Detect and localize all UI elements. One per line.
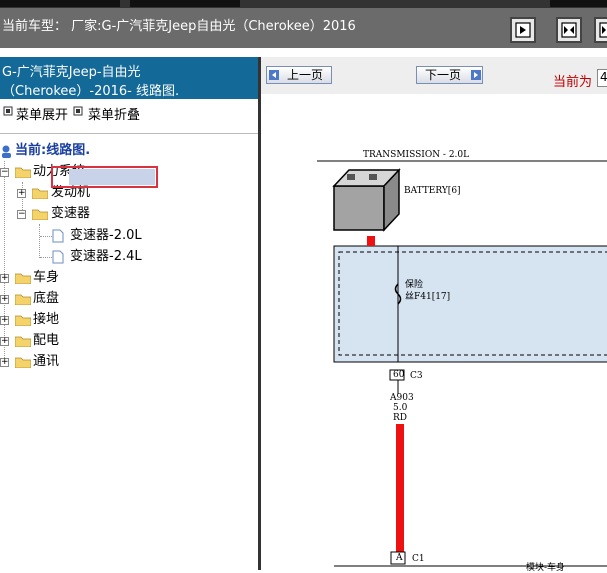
- page-nav-bar: 上一页 下一页 当前为 4: [261, 57, 607, 94]
- current-car-info: 当前车型： 厂家:G-广汽菲克Jeep自由光（Cherokee）2016: [2, 19, 356, 34]
- selection-outline: [51, 166, 158, 188]
- fit-width-button[interactable]: [556, 17, 582, 43]
- fuse-id-label: 丝F41[17]: [405, 292, 451, 302]
- folder-icon: [15, 356, 31, 368]
- tree-guide: [39, 224, 40, 258]
- tree-guide: [40, 236, 52, 237]
- user-icon: [2, 145, 11, 158]
- top-tab[interactable]: [550, 0, 607, 7]
- tree-label: 配电: [33, 333, 60, 348]
- next-page-label: 下一页: [425, 68, 462, 82]
- folder-icon: [15, 272, 31, 284]
- top-toolbar: 当前车型： 厂家:G-广汽菲克Jeep自由光（Cherokee）2016: [0, 0, 607, 48]
- diagram-title: TRANSMISSION - 2.0L: [363, 150, 470, 160]
- fit-page-button[interactable]: [594, 17, 607, 43]
- battery-label: BATTERY[6]: [404, 186, 461, 196]
- wire-gauge-label: 5.0: [393, 403, 408, 413]
- connector-pin-label: 60: [393, 370, 405, 380]
- menu-collapse-link[interactable]: 菜单折叠: [88, 104, 140, 123]
- top-tab[interactable]: [0, 0, 120, 7]
- prev-page-label: 上一页: [287, 68, 324, 82]
- folder-icon: [15, 166, 31, 178]
- prev-page-button[interactable]: 上一页: [266, 66, 332, 84]
- folder-icon: [15, 314, 31, 326]
- expand-toggle-icon[interactable]: +: [0, 358, 9, 367]
- tree-guide: [40, 257, 52, 258]
- top-tab[interactable]: [130, 0, 240, 7]
- play-icon: [515, 22, 531, 38]
- expand-toggle-icon[interactable]: +: [0, 337, 9, 346]
- tree-label: 变速器-2.4L: [70, 249, 142, 264]
- tree-label: 底盘: [33, 291, 60, 306]
- current-page-label: 当前为: [553, 75, 593, 90]
- left-title-bar: G-广汽菲克Jeep-自由光 （Cherokee）-2016- 线路图.: [0, 57, 258, 99]
- arrow-right-icon: [471, 70, 481, 80]
- current-page-input[interactable]: 4: [597, 69, 607, 87]
- collapse-icon[interactable]: [73, 105, 83, 120]
- folder-icon: [15, 293, 31, 305]
- arrow-left-icon: [269, 70, 279, 80]
- left-title-line2: （Cherokee）-2016- 线路图.: [2, 84, 180, 99]
- first-page-button[interactable]: [510, 17, 536, 43]
- document-icon: [52, 229, 64, 243]
- bottom-pin-label: A: [396, 553, 403, 563]
- wiring-diagram-graphic: [317, 160, 607, 567]
- folder-icon: [15, 335, 31, 347]
- tree-label: 接地: [33, 312, 60, 327]
- folder-open-icon: [32, 208, 48, 220]
- collapse-toggle-icon[interactable]: −: [17, 210, 26, 219]
- current-location-label: 当前:线路图.: [15, 143, 91, 158]
- left-title-line1: G-广汽菲克Jeep-自由光: [2, 65, 141, 80]
- folder-icon: [32, 187, 48, 199]
- fit-icon: [561, 22, 577, 38]
- tree-guide: [4, 161, 5, 364]
- menu-expand-link[interactable]: 菜单展开: [16, 104, 68, 123]
- expand-icon[interactable]: [3, 105, 13, 120]
- next-page-button[interactable]: 下一页: [416, 66, 483, 84]
- tree-label: 变速器-2.0L: [70, 228, 142, 243]
- collapse-toggle-icon[interactable]: −: [0, 168, 9, 177]
- document-icon: [52, 250, 64, 264]
- fit-icon: [599, 22, 607, 38]
- divider-line: [0, 133, 258, 134]
- wire-color-label: RD: [393, 413, 407, 423]
- expand-toggle-icon[interactable]: +: [0, 295, 9, 304]
- bottom-module-label: 模块-车身: [526, 563, 566, 573]
- tree-label: 变速器: [51, 206, 91, 221]
- tree-label: 车身: [33, 270, 60, 285]
- bottom-connector-label: C1: [412, 554, 425, 564]
- expand-toggle-icon[interactable]: +: [17, 189, 26, 198]
- expand-toggle-icon[interactable]: +: [0, 274, 9, 283]
- wire-id-label: A903: [390, 393, 414, 403]
- tree-label: 通讯: [33, 354, 60, 369]
- battery-icon: [332, 168, 401, 232]
- connector-name-label: C3: [410, 371, 423, 381]
- expand-toggle-icon[interactable]: +: [0, 316, 9, 325]
